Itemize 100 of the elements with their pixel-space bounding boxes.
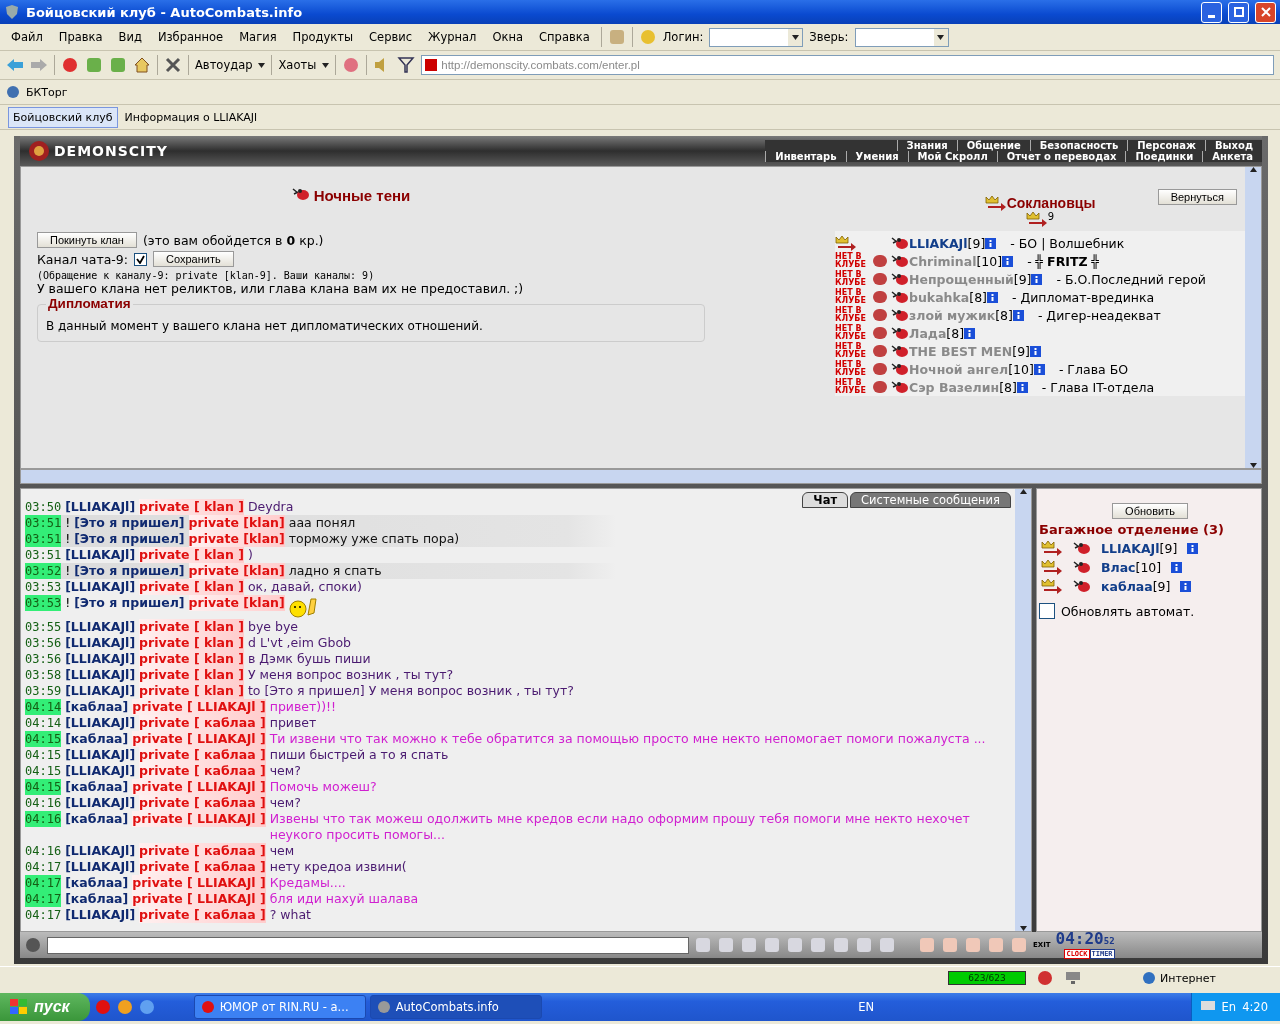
message-sender[interactable]: [каблаа] <box>65 779 129 795</box>
message-channel: private [klan] <box>188 531 285 547</box>
clan-badge-icon <box>873 363 887 375</box>
info-icon[interactable] <box>1030 345 1041 357</box>
message-sender[interactable]: [LLIAKAJl] <box>65 635 136 651</box>
message-sender[interactable]: [LLIAKAJl] <box>65 763 136 779</box>
menu-item[interactable]: Окна <box>487 30 529 44</box>
home-icon[interactable] <box>133 56 151 74</box>
address-field[interactable]: http://demonscity.combats.com/enter.pl <box>421 55 1274 75</box>
leave-clan-button[interactable]: Покинуть клан <box>37 232 137 248</box>
message-sender[interactable]: [Это я пришел] <box>74 531 185 547</box>
back-button[interactable]: Вернуться <box>1157 189 1237 205</box>
menu-item[interactable]: Магия <box>234 30 282 44</box>
taskbar-task[interactable]: ЮМОР от RIN.RU - а... <box>193 995 366 1019</box>
user-name[interactable]: LLIAKAJl <box>1101 540 1160 556</box>
autohit-dropdown[interactable]: Автоудар <box>195 58 253 72</box>
menu-item[interactable]: Справка <box>534 30 595 44</box>
game-logo: DEMONSCITY <box>54 143 168 159</box>
dropdown-arrow-icon[interactable] <box>322 62 330 68</box>
scrollbar[interactable] <box>1245 167 1261 468</box>
member-level: [9] <box>967 235 986 251</box>
menu-item[interactable]: Продукты <box>287 30 359 44</box>
save-button[interactable]: Сохранить <box>153 251 234 267</box>
message-sender[interactable]: [каблаа] <box>65 811 129 827</box>
minimize-button[interactable] <box>1201 1 1222 23</box>
message-sender[interactable]: [LLIAKAJl] <box>65 683 136 699</box>
info-icon[interactable] <box>1033 363 1045 375</box>
language-indicator[interactable]: EN <box>858 1000 875 1014</box>
chat-tab[interactable]: Системные сообщения <box>850 492 1011 508</box>
menu-item[interactable]: Журнал <box>423 30 482 44</box>
menu-item[interactable]: Вид <box>113 30 147 44</box>
message-sender[interactable]: [LLIAKAJl] <box>65 859 136 875</box>
message-time: 03:51 <box>25 547 62 563</box>
message-sender[interactable]: [Это я пришел] <box>74 515 185 531</box>
info-icon[interactable] <box>986 291 998 303</box>
maximize-button[interactable] <box>1228 1 1249 23</box>
message-time: 03:53 <box>25 579 62 595</box>
channel-checkbox[interactable] <box>134 252 147 266</box>
info-icon[interactable] <box>964 327 976 339</box>
nav-link[interactable]: Отчет о переводах <box>996 151 1126 162</box>
message-sender[interactable]: [LLIAKAJl] <box>65 651 136 667</box>
message-sender[interactable]: [LLIAKAJl] <box>65 579 136 595</box>
link-button[interactable]: БКТорг <box>26 85 68 99</box>
nav-link[interactable]: Умения <box>845 151 908 162</box>
menu-item[interactable]: Файл <box>6 30 48 44</box>
info-icon[interactable] <box>1002 255 1014 267</box>
info-icon[interactable] <box>1012 309 1024 321</box>
menu-item[interactable]: Сервис <box>364 30 418 44</box>
message-sender[interactable]: [каблаа] <box>65 731 129 747</box>
chaos-dropdown[interactable]: Хаоты <box>278 58 317 72</box>
auto-refresh-checkbox[interactable] <box>1039 603 1055 619</box>
back-arrow-icon[interactable] <box>6 58 24 72</box>
nav-link[interactable]: Мой Скролл <box>907 151 997 162</box>
dropdown-arrow-icon[interactable] <box>937 34 944 40</box>
message-sender[interactable]: [LLIAKAJl] <box>65 907 136 923</box>
message-sender[interactable]: [LLIAKAJl] <box>65 667 136 683</box>
message-channel: private [ LLIAKAJl ] <box>132 731 266 747</box>
info-icon[interactable] <box>985 237 997 249</box>
globe-icon[interactable] <box>6 85 20 99</box>
message-sender[interactable]: [LLIAKAJl] <box>65 547 136 563</box>
chat-tab[interactable]: Чат <box>802 492 849 508</box>
close-button[interactable] <box>1255 1 1276 23</box>
message-sender[interactable]: [каблаа] <box>65 699 129 715</box>
user-name[interactable]: Влас <box>1101 559 1136 575</box>
message-sender[interactable]: [каблаа] <box>65 875 129 891</box>
message-sender[interactable]: [каблаа] <box>65 891 129 907</box>
scrollbar[interactable] <box>1015 489 1031 931</box>
taskbar-task[interactable]: AutoCombats.info <box>369 995 542 1019</box>
tools-icon[interactable] <box>164 56 182 74</box>
message-sender[interactable]: [LLIAKAJl] <box>65 619 136 635</box>
info-icon[interactable] <box>1031 273 1043 285</box>
message-sender[interactable]: [LLIAKAJl] <box>65 715 136 731</box>
info-icon[interactable] <box>1171 561 1183 573</box>
nav-link[interactable]: Поединки <box>1125 151 1203 162</box>
member-name[interactable]: LLIAKAJl <box>909 235 968 251</box>
message-sender[interactable]: [LLIAKAJl] <box>65 843 136 859</box>
scroll-up-icon[interactable] <box>1019 489 1027 494</box>
member-status: - Дигер-неадекват <box>1037 307 1161 323</box>
message-sender[interactable]: [Это я пришел] <box>74 563 185 579</box>
browser-tab[interactable]: Информация о LLIAKAJl <box>119 106 263 128</box>
info-icon[interactable] <box>1187 542 1199 554</box>
menu-item[interactable]: Избранное <box>152 30 229 44</box>
message-sender[interactable]: [LLIAKAJl] <box>65 795 136 811</box>
menu-item[interactable]: Правка <box>53 30 108 44</box>
info-icon[interactable] <box>1016 381 1028 393</box>
message-sender[interactable]: [Это я пришел] <box>74 595 185 611</box>
stop-icon[interactable] <box>61 56 79 74</box>
dropdown-arrow-icon[interactable] <box>258 62 266 68</box>
chat-input[interactable] <box>47 936 689 954</box>
dropdown-arrow-icon[interactable] <box>791 34 799 40</box>
nav-link[interactable]: Анкета <box>1202 151 1262 162</box>
horizontal-scrollbar[interactable] <box>20 469 1262 484</box>
info-icon[interactable] <box>1180 580 1192 592</box>
message-sender[interactable]: [LLIAKAJl] <box>65 499 136 515</box>
nav-link[interactable]: Инвентарь <box>765 151 846 162</box>
browser-tab[interactable]: Бойцовский клуб <box>8 106 118 128</box>
message-channel: private [ LLIAKAJl ] <box>132 811 266 827</box>
user-name[interactable]: каблаа <box>1101 578 1153 594</box>
message-sender[interactable]: [LLIAKAJl] <box>65 747 136 763</box>
refresh-button[interactable]: Обновить <box>1112 503 1188 519</box>
